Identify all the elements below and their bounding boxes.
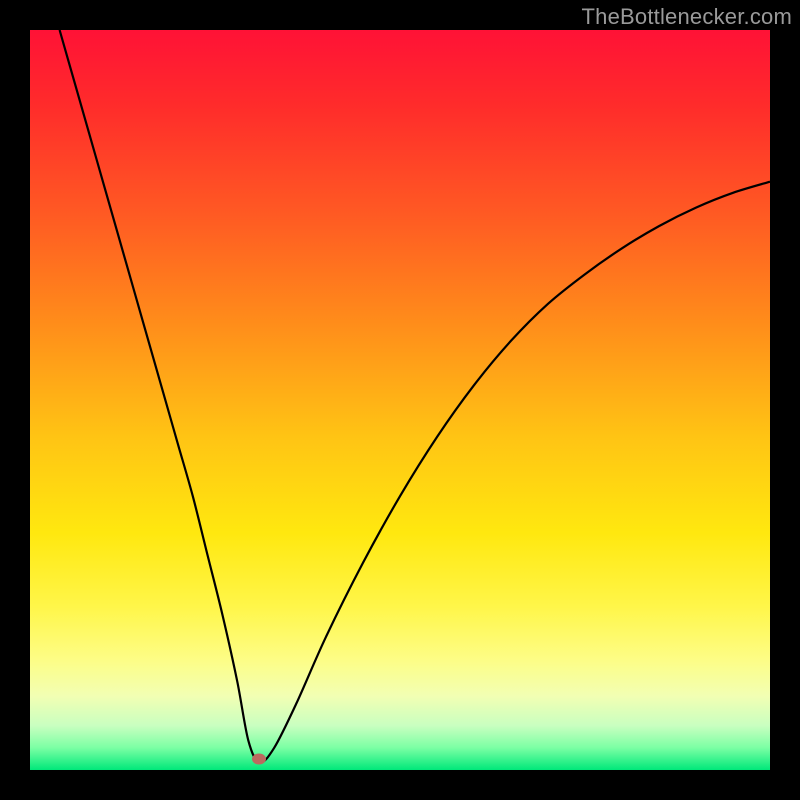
chart-frame: TheBottlenecker.com — [0, 0, 800, 800]
bottleneck-curve — [30, 30, 770, 770]
optimum-marker — [252, 753, 266, 764]
watermark-text: TheBottlenecker.com — [582, 4, 792, 30]
plot-area — [30, 30, 770, 770]
curve-path — [60, 30, 770, 763]
